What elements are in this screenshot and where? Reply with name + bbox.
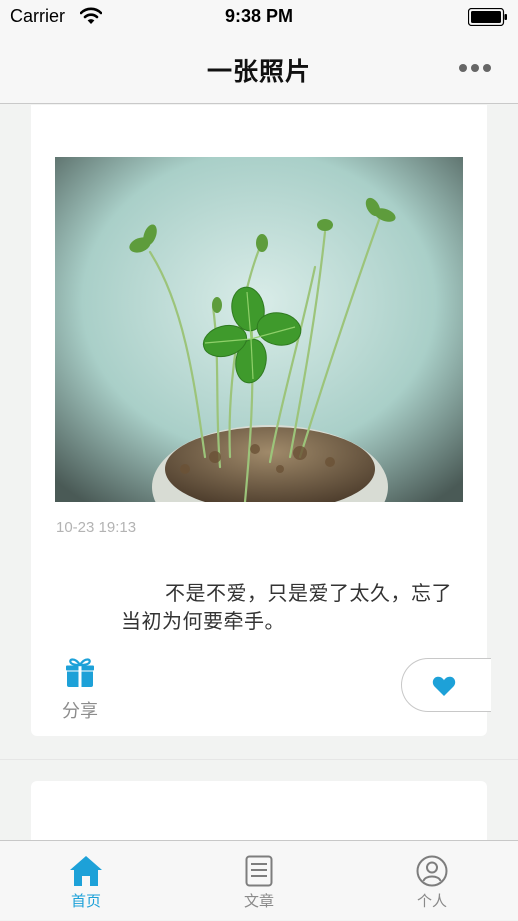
post-date: 10-23 19:13 [56,519,137,536]
tab-article-label: 文章 [243,892,274,910]
share-button[interactable]: 分享 [55,653,105,723]
share-label: 分享 [62,701,98,722]
tab-article[interactable]: 文章 [173,841,345,921]
nav-bar: 一张照片 [0,34,518,104]
section-divider [0,759,518,760]
tab-bar: 首页 文章 个人 [0,840,518,920]
heart-icon [432,676,456,696]
user-icon [416,855,448,887]
tab-profile-label: 个人 [416,892,447,910]
tab-home-label: 首页 [70,892,101,910]
status-time: 9:38 PM [224,6,294,26]
tab-home[interactable]: 首页 [0,841,172,921]
page-title: 一张照片 [206,57,311,86]
home-icon [70,856,102,886]
like-button[interactable] [401,658,491,712]
article-icon [245,855,273,887]
photo-card: 10-23 19:13 不是不爱，只是爱了太久，忘了当初为何要牵手。 分享 [31,105,491,736]
next-card [31,781,487,840]
battery-icon [468,8,507,26]
clover-photo[interactable] [55,157,463,502]
post-quote: 不是不爱，只是爱了太久，忘了当初为何要牵手。 [121,581,452,633]
tab-profile[interactable]: 个人 [346,841,518,921]
clover-photo-image [55,157,463,502]
more-icon[interactable] [458,63,492,73]
content-scroll[interactable]: 10-23 19:13 不是不爱，只是爱了太久，忘了当初为何要牵手。 分享 [0,105,518,840]
status-bar: Carrier 9:38 PM [0,0,518,34]
gift-icon [65,658,95,687]
